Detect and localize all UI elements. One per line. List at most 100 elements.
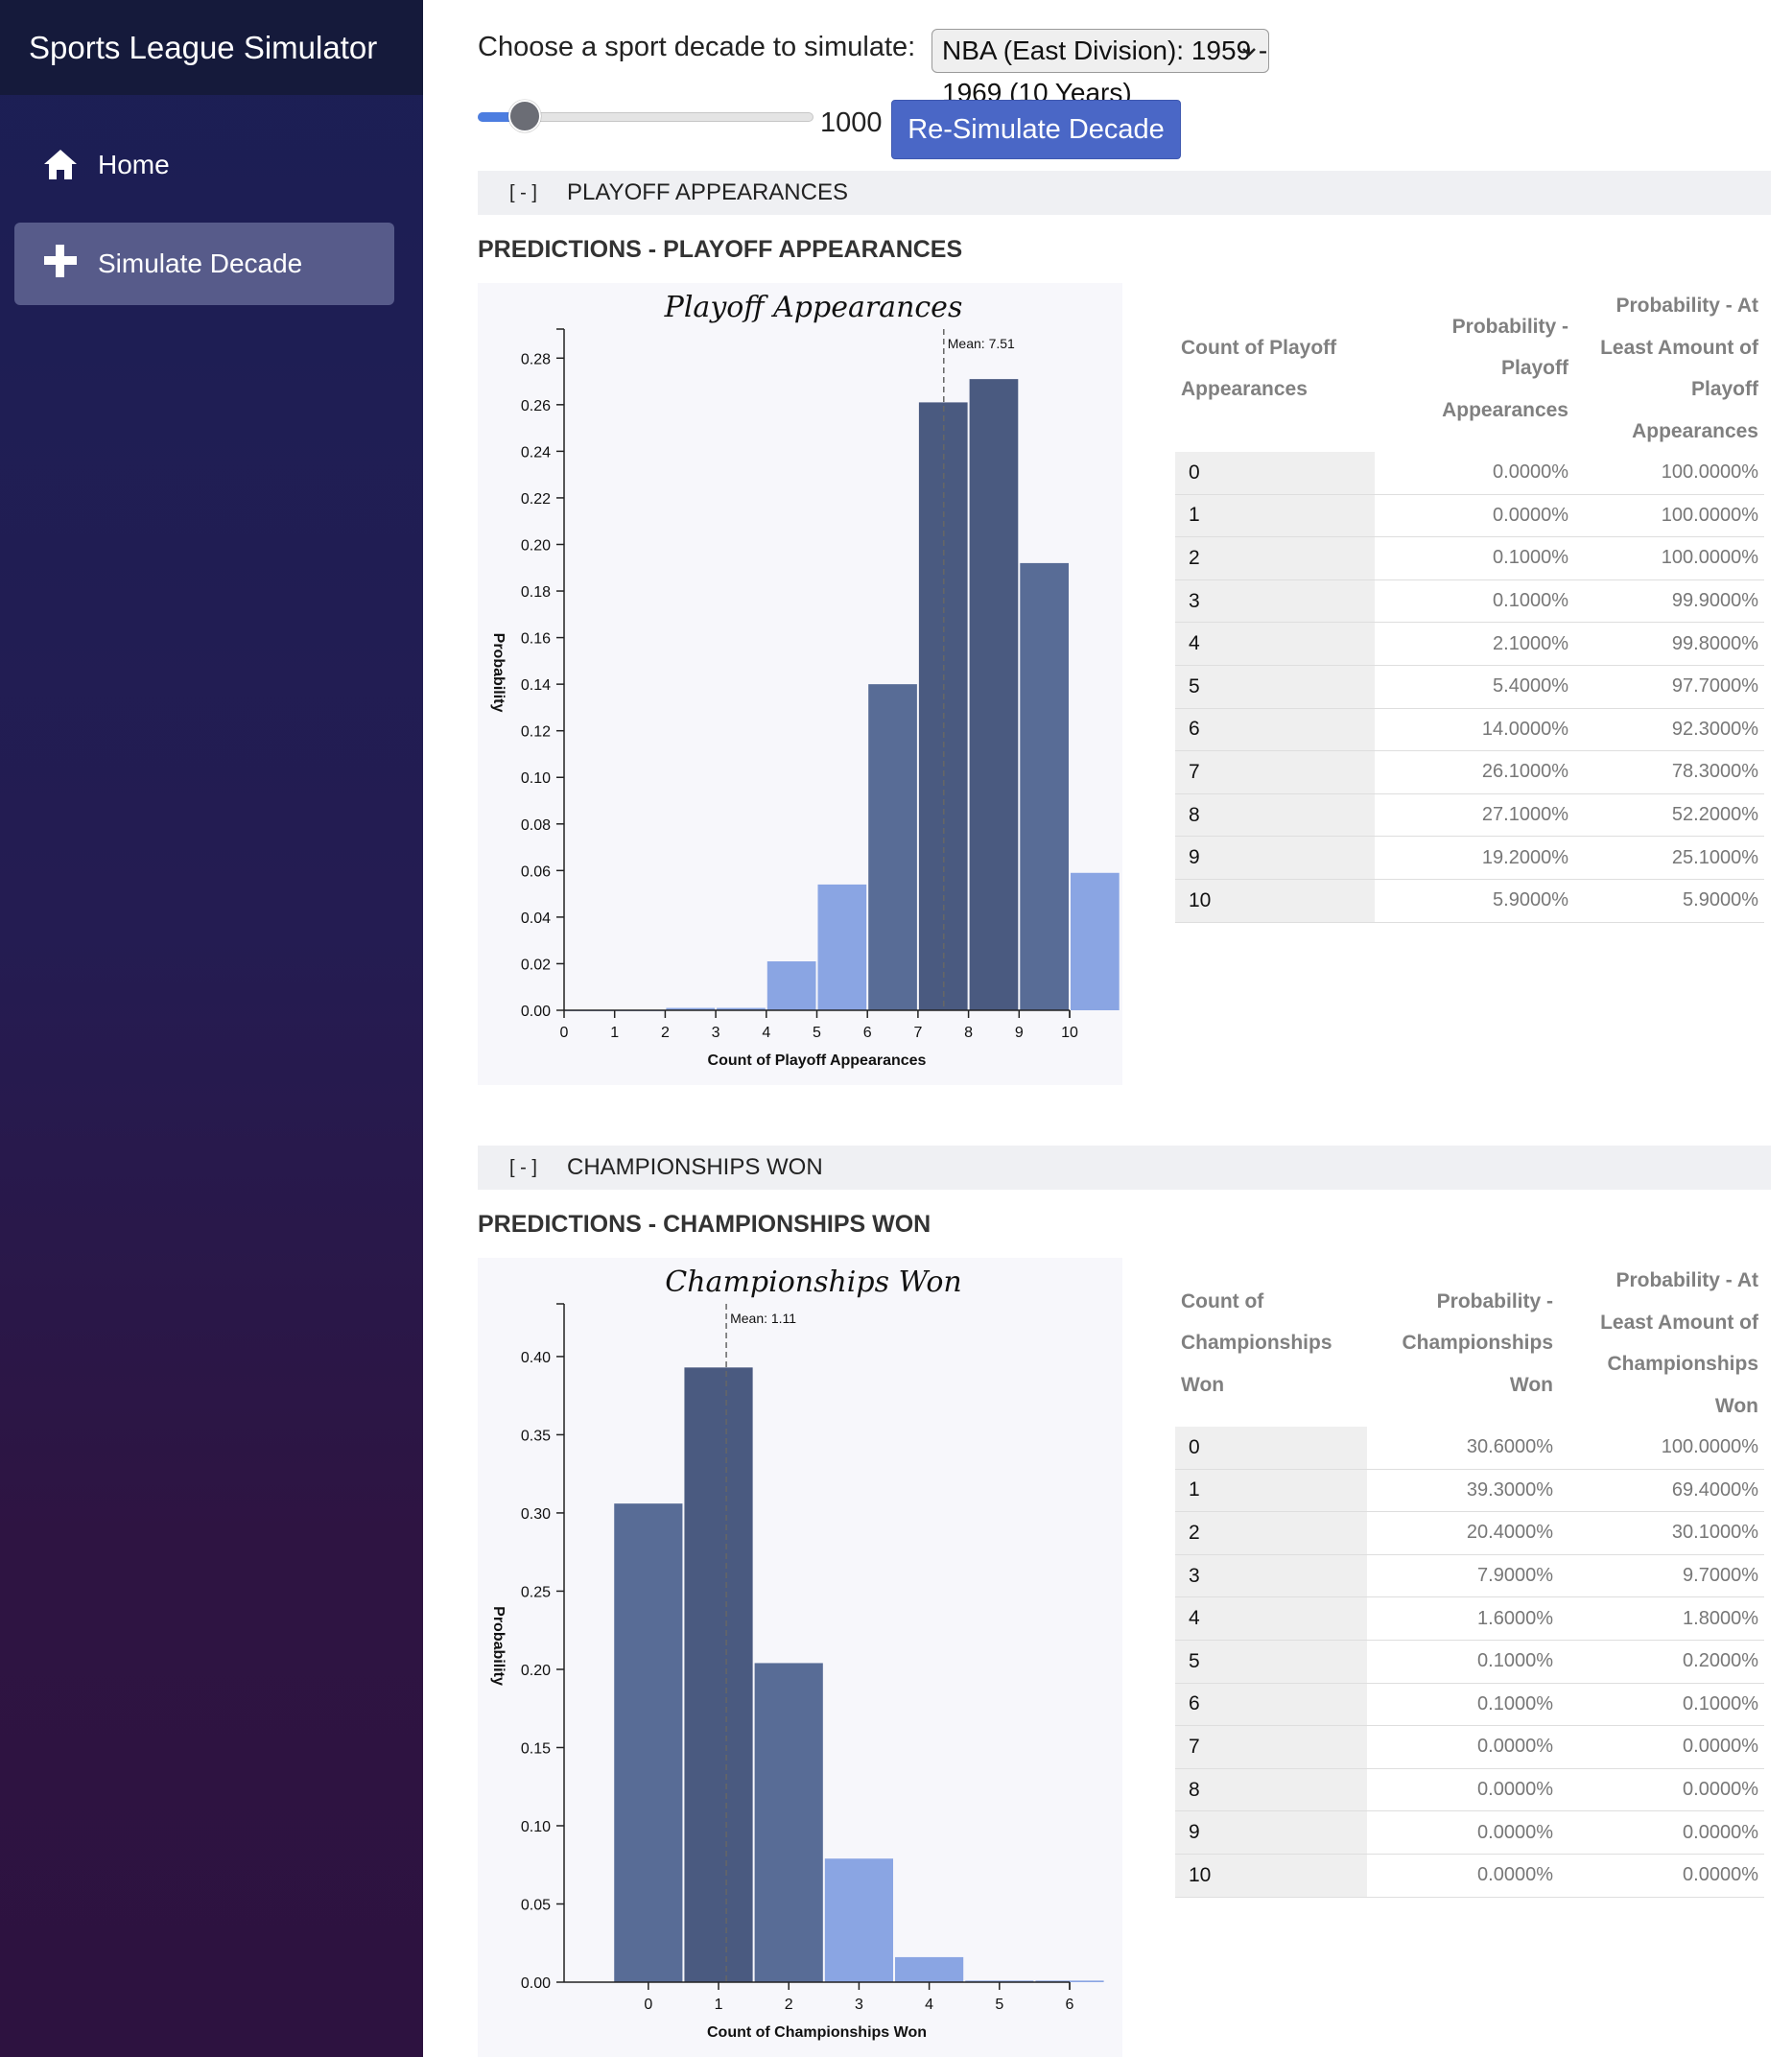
simulation-count: 1000 (820, 107, 883, 138)
table-cell: 0.0000% (1367, 1810, 1559, 1855)
mean-label: Mean: 1.11 (730, 1311, 796, 1326)
histogram-playoff-appearances: Playoff Appearances 0.00 0.02 0.04 0.06 0.08 0… (490, 291, 1120, 1069)
y-tick-label: 0.25 (521, 1584, 551, 1600)
y-axis-label: Probability (490, 633, 507, 713)
table-cell: 0 (1175, 1427, 1367, 1470)
table-row: 9 19.2000% 25.1000% (1175, 836, 1764, 880)
table-cell: 100.0000% (1574, 536, 1764, 580)
table-header-row: Count of Championships Won Probability -… (1175, 1260, 1764, 1427)
y-tick-label: 0.10 (521, 1819, 551, 1835)
table-cell: 7.9000% (1367, 1554, 1559, 1598)
table-cell: 0.0000% (1559, 1854, 1764, 1898)
y-tick-label: 0.30 (521, 1506, 551, 1523)
table-cell: 0.1000% (1367, 1640, 1559, 1684)
section-bar-title: PLAYOFF APPEARANCES (567, 179, 848, 205)
table-playoff-appearances: Count of Playoff Appearances Probability… (1175, 285, 1764, 923)
y-tick-label: 0.00 (521, 1975, 551, 1992)
table-cell: 5 (1175, 665, 1375, 709)
table-row: 3 7.9000% 9.7000% (1175, 1554, 1764, 1598)
plus-icon (44, 245, 77, 277)
section-bar-playoff-appearances[interactable]: [ - ] PLAYOFF APPEARANCES (478, 171, 1771, 215)
y-tick-label: 0.22 (521, 491, 551, 508)
histogram-bar (895, 1956, 964, 1982)
y-tick-label: 0.26 (521, 398, 551, 414)
table-header: Count of Playoff Appearances (1181, 336, 1337, 401)
y-tick-label: 0.40 (521, 1350, 551, 1366)
y-tick-label: 0.12 (521, 724, 551, 741)
table-cell: 0.0000% (1367, 1768, 1559, 1812)
table-cell: 8 (1175, 793, 1375, 838)
collapse-toggle[interactable]: [ - ] (509, 1146, 537, 1190)
chart-panel-championships-won: Championships Won 0.00 0.05 0.10 0.15 0.20 0.2… (478, 1258, 1122, 2057)
y-tick-label: 0.20 (521, 1663, 551, 1679)
table-row: 1 39.3000% 69.4000% (1175, 1469, 1764, 1513)
collapse-toggle[interactable]: [ - ] (509, 171, 537, 215)
y-tick-label: 0.05 (521, 1897, 551, 1913)
mean-label: Mean: 7.51 (948, 336, 1015, 351)
table-cell: 0.0000% (1559, 1768, 1764, 1812)
y-tick-label: 0.02 (521, 957, 551, 973)
sidebar-item-label: Home (98, 150, 170, 179)
table-cell: 9 (1175, 1810, 1367, 1855)
main-content: Choose a sport decade to simulate: NBA (… (423, 0, 1792, 2057)
y-tick-label: 0.04 (521, 910, 551, 927)
table-row: 2 0.1000% 100.0000% (1175, 536, 1764, 580)
sidebar-item-simulate-decade[interactable]: Simulate Decade (14, 223, 394, 305)
table-cell: 99.8000% (1574, 622, 1764, 666)
x-tick-label: 9 (1015, 1025, 1024, 1041)
decade-select[interactable]: NBA (East Division): 1959 - 1969 (10 Yea… (931, 29, 1269, 107)
table-cell: 26.1000% (1375, 750, 1574, 794)
x-tick-label: 10 (1061, 1025, 1078, 1041)
table-cell: 1.8000% (1559, 1596, 1764, 1641)
table-cell: 39.3000% (1367, 1469, 1559, 1513)
app-title: Sports League Simulator (0, 0, 423, 95)
table-row: 10 0.0000% 0.0000% (1175, 1854, 1764, 1898)
table-header: Probability - Championships Won (1402, 1289, 1553, 1396)
table-cell: 0.0000% (1559, 1725, 1764, 1769)
sidebar-item-label: Simulate Decade (98, 248, 303, 278)
table-cell: 0.1000% (1559, 1683, 1764, 1727)
table-cell: 7 (1175, 1725, 1367, 1769)
table-cell: 0.0000% (1375, 452, 1574, 495)
x-tick-label: 5 (995, 1997, 1003, 2013)
table-cell: 1 (1175, 494, 1375, 538)
section-bar-championships-won[interactable]: [ - ] CHAMPIONSHIPS WON (478, 1146, 1771, 1190)
chart-title: Playoff Appearances (664, 291, 963, 324)
table-header: Probability - Playoff Appearances (1442, 315, 1568, 421)
resimulate-button[interactable]: Re-Simulate Decade (891, 100, 1181, 159)
table-cell: 78.3000% (1574, 750, 1764, 794)
table-cell: 2 (1175, 536, 1375, 580)
table-row: 0 30.6000% 100.0000% (1175, 1427, 1764, 1470)
section-bar-title: CHAMPIONSHIPS WON (567, 1154, 823, 1180)
histogram-bar (1071, 872, 1120, 1010)
table-cell: 0.0000% (1367, 1725, 1559, 1769)
table-cell: 100.0000% (1574, 494, 1764, 538)
table-row: 8 0.0000% 0.0000% (1175, 1768, 1764, 1812)
x-tick-label: 6 (1066, 1997, 1074, 2013)
slider-thumb[interactable] (507, 100, 541, 132)
table-cell: 0.0000% (1559, 1810, 1764, 1855)
home-icon (44, 150, 77, 179)
x-tick-label: 4 (762, 1025, 770, 1041)
x-tick-label: 5 (813, 1025, 821, 1041)
table-cell: 2.1000% (1375, 622, 1574, 666)
x-tick-label: 2 (785, 1997, 793, 2013)
sidebar-item-home[interactable]: Home (14, 124, 394, 206)
table-cell: 10 (1175, 879, 1375, 923)
x-tick-label: 6 (863, 1025, 872, 1041)
table-cell: 0.1000% (1367, 1683, 1559, 1727)
table-cell: 10 (1175, 1854, 1367, 1898)
table-row: 6 14.0000% 92.3000% (1175, 708, 1764, 752)
histogram-bar (1020, 562, 1069, 1010)
table-cell: 92.3000% (1574, 708, 1764, 752)
table-championships-won: Count of Championships Won Probability -… (1175, 1260, 1764, 1898)
table-cell: 100.0000% (1574, 452, 1764, 495)
simulation-count-slider[interactable] (478, 100, 813, 132)
table-cell: 0.2000% (1559, 1640, 1764, 1684)
table-cell: 4 (1175, 1596, 1367, 1641)
y-tick-label: 0.08 (521, 817, 551, 834)
x-axis-label: Count of Championships Won (707, 2024, 927, 2041)
x-axis-label: Count of Playoff Appearances (708, 1052, 927, 1069)
table-cell: 0.0000% (1375, 494, 1574, 538)
histogram-bar (969, 379, 1019, 1010)
